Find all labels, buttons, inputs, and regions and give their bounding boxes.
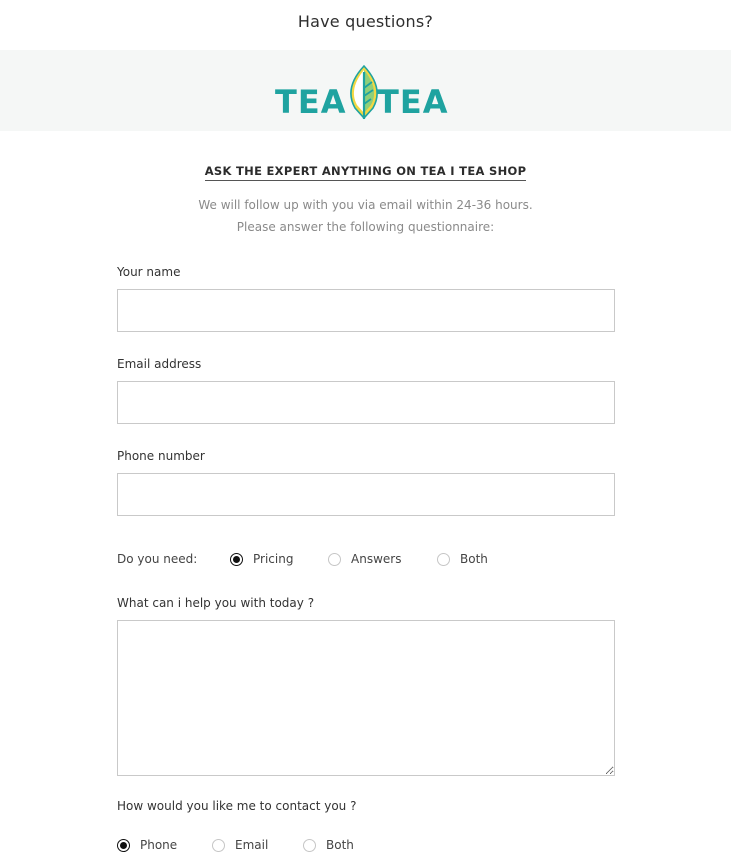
radio-checked-icon[interactable] — [117, 838, 130, 852]
need-radio-group: Do you need: Pricing Answers Both — [117, 549, 617, 569]
page-title: Have questions? — [297, 12, 434, 31]
radio-checked-icon[interactable] — [230, 552, 243, 566]
email-label: Email address — [117, 357, 202, 371]
radio-unchecked-icon[interactable] — [212, 838, 225, 852]
need-option-label: Pricing — [253, 552, 294, 566]
contact-option-phone[interactable]: Phone — [117, 835, 177, 855]
need-option-label: Both — [460, 552, 488, 566]
contact-option-email[interactable]: Email — [212, 835, 268, 855]
intro-line-1: We will follow up with you via email wit… — [198, 198, 533, 212]
need-label: Do you need: — [117, 552, 198, 566]
phone-input[interactable] — [117, 473, 615, 516]
radio-unchecked-icon[interactable] — [437, 552, 450, 566]
need-option-label: Answers — [351, 552, 402, 566]
phone-label: Phone number — [117, 449, 205, 463]
contact-option-both[interactable]: Both — [303, 835, 354, 855]
help-textarea[interactable] — [117, 620, 615, 776]
radio-unchecked-icon[interactable] — [303, 838, 316, 852]
contact-option-label: Both — [326, 838, 354, 852]
radio-unchecked-icon[interactable] — [328, 552, 341, 566]
email-input[interactable] — [117, 381, 615, 424]
form-heading-text: ASK THE EXPERT ANYTHING ON TEA I TEA SHO… — [204, 164, 527, 181]
need-option-answers[interactable]: Answers — [328, 549, 401, 569]
form-heading: ASK THE EXPERT ANYTHING ON TEA I TEA SHO… — [0, 160, 731, 181]
intro-line-2: Please answer the following questionnair… — [236, 220, 495, 234]
contact-option-label: Phone — [140, 838, 178, 852]
help-label: What can i help you with today ? — [117, 596, 315, 610]
logo-word-right: TEA — [377, 83, 449, 121]
name-input[interactable] — [117, 289, 615, 332]
need-option-pricing[interactable]: Pricing — [230, 549, 293, 569]
brand-logo: TEA TEA — [275, 64, 465, 120]
name-label: Your name — [117, 265, 181, 279]
need-option-both[interactable]: Both — [437, 549, 488, 569]
logo-word-left: TEA — [275, 83, 347, 121]
contact-option-label: Email — [235, 838, 269, 852]
contact-label: How would you like me to contact you ? — [117, 799, 357, 813]
contact-radio-group: Phone Email Both — [117, 835, 617, 855]
